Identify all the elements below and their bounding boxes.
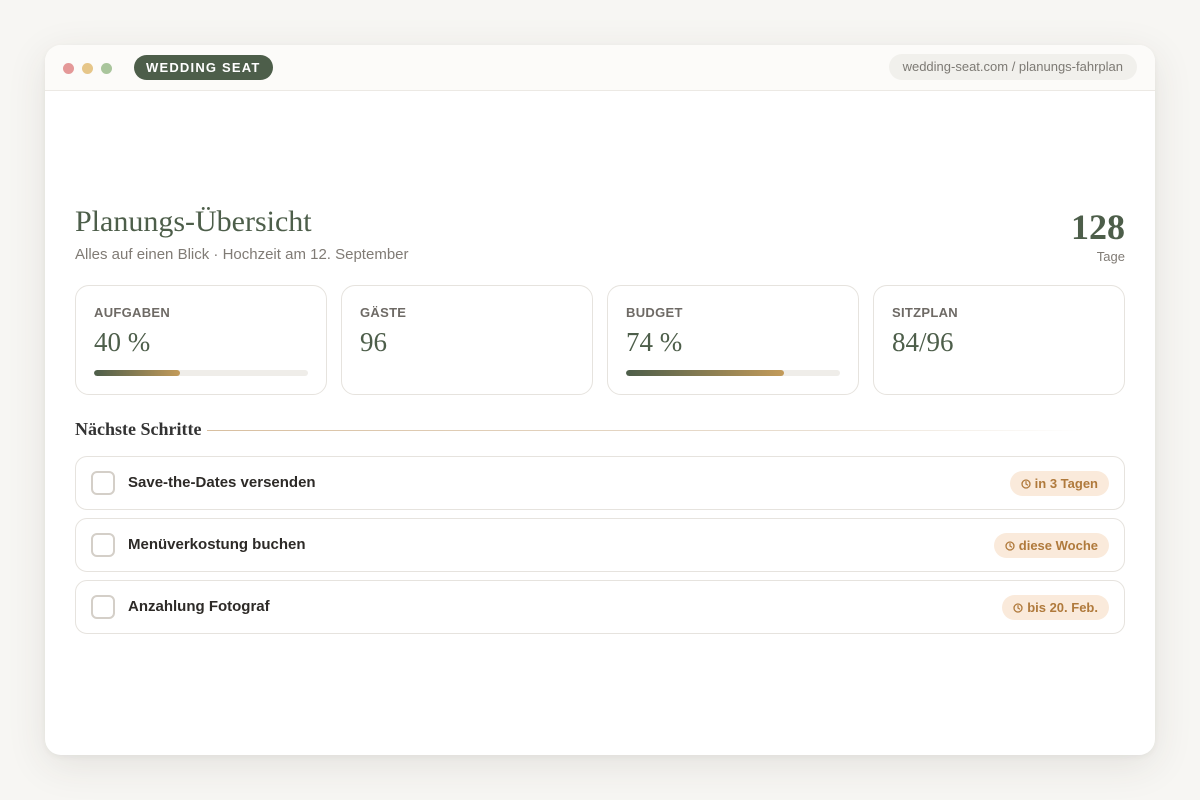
browser-titlebar: WEDDING SEAT wedding-seat.com / planungs… [45, 45, 1155, 91]
due-text: in 3 Tagen [1034, 476, 1098, 491]
due-badge: diese Woche [993, 533, 1109, 558]
page-title: Planungs-Übersicht [75, 205, 312, 238]
page-subtitle: Alles auf einen Blick · Hochzeit am 12. … [75, 246, 409, 263]
task-row[interactable]: Menüverkostung buchen diese Woche [75, 518, 1125, 572]
due-badge: bis 20. Feb. [1002, 595, 1109, 620]
task-label: Save-the-Dates versenden [128, 474, 316, 491]
task-checkbox[interactable] [91, 595, 115, 619]
stat-card-aufgaben[interactable]: AUFGABEN 40 % [75, 285, 327, 395]
clock-icon [1005, 541, 1015, 551]
stats-row: AUFGABEN 40 % GÄSTE 96 BUDGET 74 % SITZP… [75, 285, 1125, 395]
countdown-value: 128 [1071, 207, 1125, 247]
due-badge: in 3 Tagen [1009, 471, 1109, 496]
stat-card-gaeste[interactable]: GÄSTE 96 [341, 285, 593, 395]
countdown-label: Tage [1096, 249, 1125, 264]
brand-badge: WEDDING SEAT [134, 55, 273, 80]
stat-value: 40 % [94, 327, 151, 357]
progress-bar [94, 370, 308, 376]
browser-window: WEDDING SEAT wedding-seat.com / planungs… [45, 45, 1155, 755]
stat-label: AUFGABEN [94, 305, 171, 320]
stat-label: BUDGET [626, 305, 683, 320]
task-checkbox[interactable] [91, 533, 115, 557]
task-row[interactable]: Save-the-Dates versenden in 3 Tagen [75, 456, 1125, 510]
countdown: 128 Tage [1071, 207, 1125, 264]
due-text: diese Woche [1018, 538, 1098, 553]
clock-icon [1021, 479, 1031, 489]
stat-value: 74 % [626, 327, 683, 357]
section-divider [207, 430, 1082, 431]
progress-fill [94, 370, 180, 376]
clock-icon [1013, 603, 1023, 613]
stat-value: 96 [360, 327, 387, 357]
stat-card-budget[interactable]: BUDGET 74 % [607, 285, 859, 395]
progress-bar [626, 370, 840, 376]
minimize-window-button[interactable] [82, 63, 93, 74]
stat-value: 84/96 [892, 327, 954, 357]
stat-card-sitzplan[interactable]: SITZPLAN 84/96 [873, 285, 1125, 395]
maximize-window-button[interactable] [101, 63, 112, 74]
stat-label: GÄSTE [360, 305, 407, 320]
address-bar[interactable]: wedding-seat.com / planungs-fahrplan [888, 54, 1137, 80]
stat-label: SITZPLAN [892, 305, 958, 320]
section-title: Nächste Schritte [75, 419, 202, 439]
close-window-button[interactable] [63, 63, 74, 74]
task-label: Menüverkostung buchen [128, 536, 306, 553]
task-checkbox[interactable] [91, 471, 115, 495]
due-text: bis 20. Feb. [1027, 600, 1098, 615]
task-label: Anzahlung Fotograf [128, 598, 270, 615]
progress-fill [626, 370, 785, 376]
task-row[interactable]: Anzahlung Fotograf bis 20. Feb. [75, 580, 1125, 634]
next-steps-header: Nächste Schritte [75, 419, 1125, 445]
